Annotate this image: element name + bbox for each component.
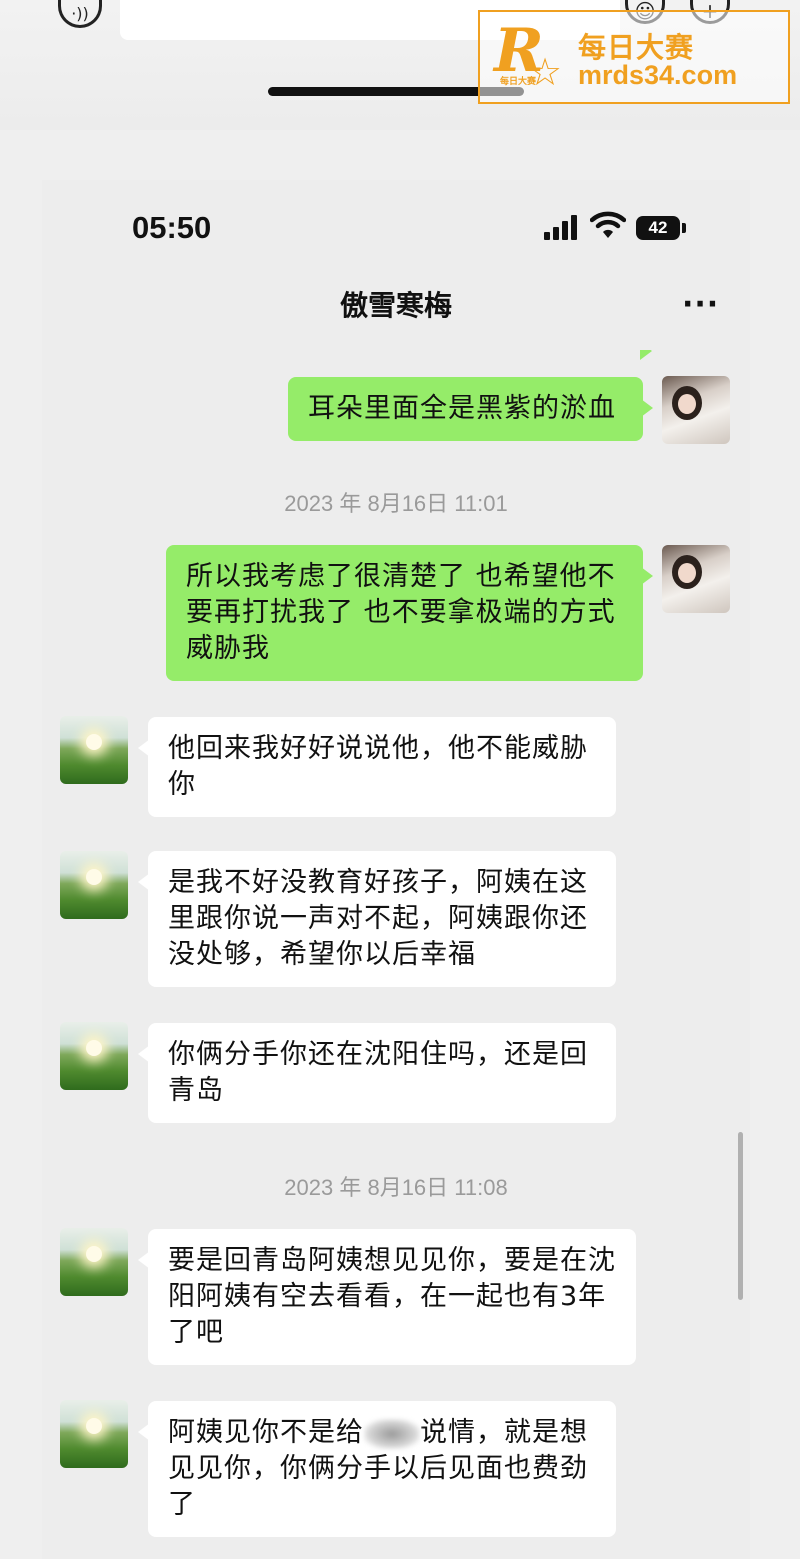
- more-icon[interactable]: ···: [682, 290, 719, 320]
- message-text-part: 阿姨见你不是给: [168, 1417, 364, 1448]
- message-bubble-sent[interactable]: 所以我考虑了很清楚了 也希望他不要再打扰我了 也不要拿极端的方式威胁我: [166, 545, 653, 681]
- wifi-icon: [590, 211, 626, 238]
- message-bubble-received[interactable]: 你俩分手你还在沈阳住吗，还是回青岛: [138, 1023, 616, 1123]
- avatar-contact[interactable]: [60, 716, 128, 784]
- message-timestamp: 2023 年 8月16日 11:01: [284, 491, 508, 516]
- status-time: 05:50: [132, 210, 212, 245]
- message-timestamp: 2023 年 8月16日 11:08: [284, 1175, 508, 1200]
- voice-icon[interactable]: ·)): [58, 0, 102, 28]
- avatar-contact[interactable]: [60, 851, 128, 919]
- chat-screen: 05:50 42 傲雪寒梅 ··· 耳朵里面全是黑紫的淤血 2023 年 8月1…: [42, 180, 750, 1559]
- battery-tip: [682, 223, 686, 233]
- avatar-contact[interactable]: [60, 1228, 128, 1296]
- signal-icon: [544, 214, 582, 240]
- watermark-logo-caption: 每日大赛: [500, 77, 537, 87]
- battery-icon: 42: [636, 216, 680, 240]
- redacted-name: [364, 1418, 420, 1449]
- message-bubble-received[interactable]: 他回来我好好说说他，他不能威胁你: [138, 717, 616, 817]
- star-icon: ☆: [528, 50, 563, 94]
- message-bubble-sent[interactable]: 耳朵里面全是黑紫的淤血: [288, 377, 653, 441]
- scrollbar[interactable]: [738, 1132, 743, 1300]
- status-bar: 05:50 42: [42, 180, 750, 270]
- watermark-url: mrds34.com: [578, 60, 738, 90]
- avatar-contact[interactable]: [60, 1400, 128, 1468]
- message-bubble-received[interactable]: 是我不好没教育好孩子，阿姨在这里跟你说一声对不起，阿姨跟你还没处够，希望你以后幸…: [138, 851, 616, 987]
- avatar-contact[interactable]: [60, 1022, 128, 1090]
- message-bubble-received[interactable]: 阿姨见你不是给 说情，就是想见见你，你俩分手以后见面也费劲了: [138, 1401, 616, 1537]
- message-bubble-received[interactable]: 要是回青岛阿姨想见见你，要是在沈阳阿姨有空去看看，在一起也有3年了吧: [138, 1229, 636, 1365]
- avatar-self[interactable]: [662, 376, 730, 444]
- watermark: R ☆ 每日大赛 每日大赛 mrds34.com: [478, 10, 790, 104]
- avatar-self[interactable]: [662, 545, 730, 613]
- chat-title: 傲雪寒梅: [339, 289, 452, 322]
